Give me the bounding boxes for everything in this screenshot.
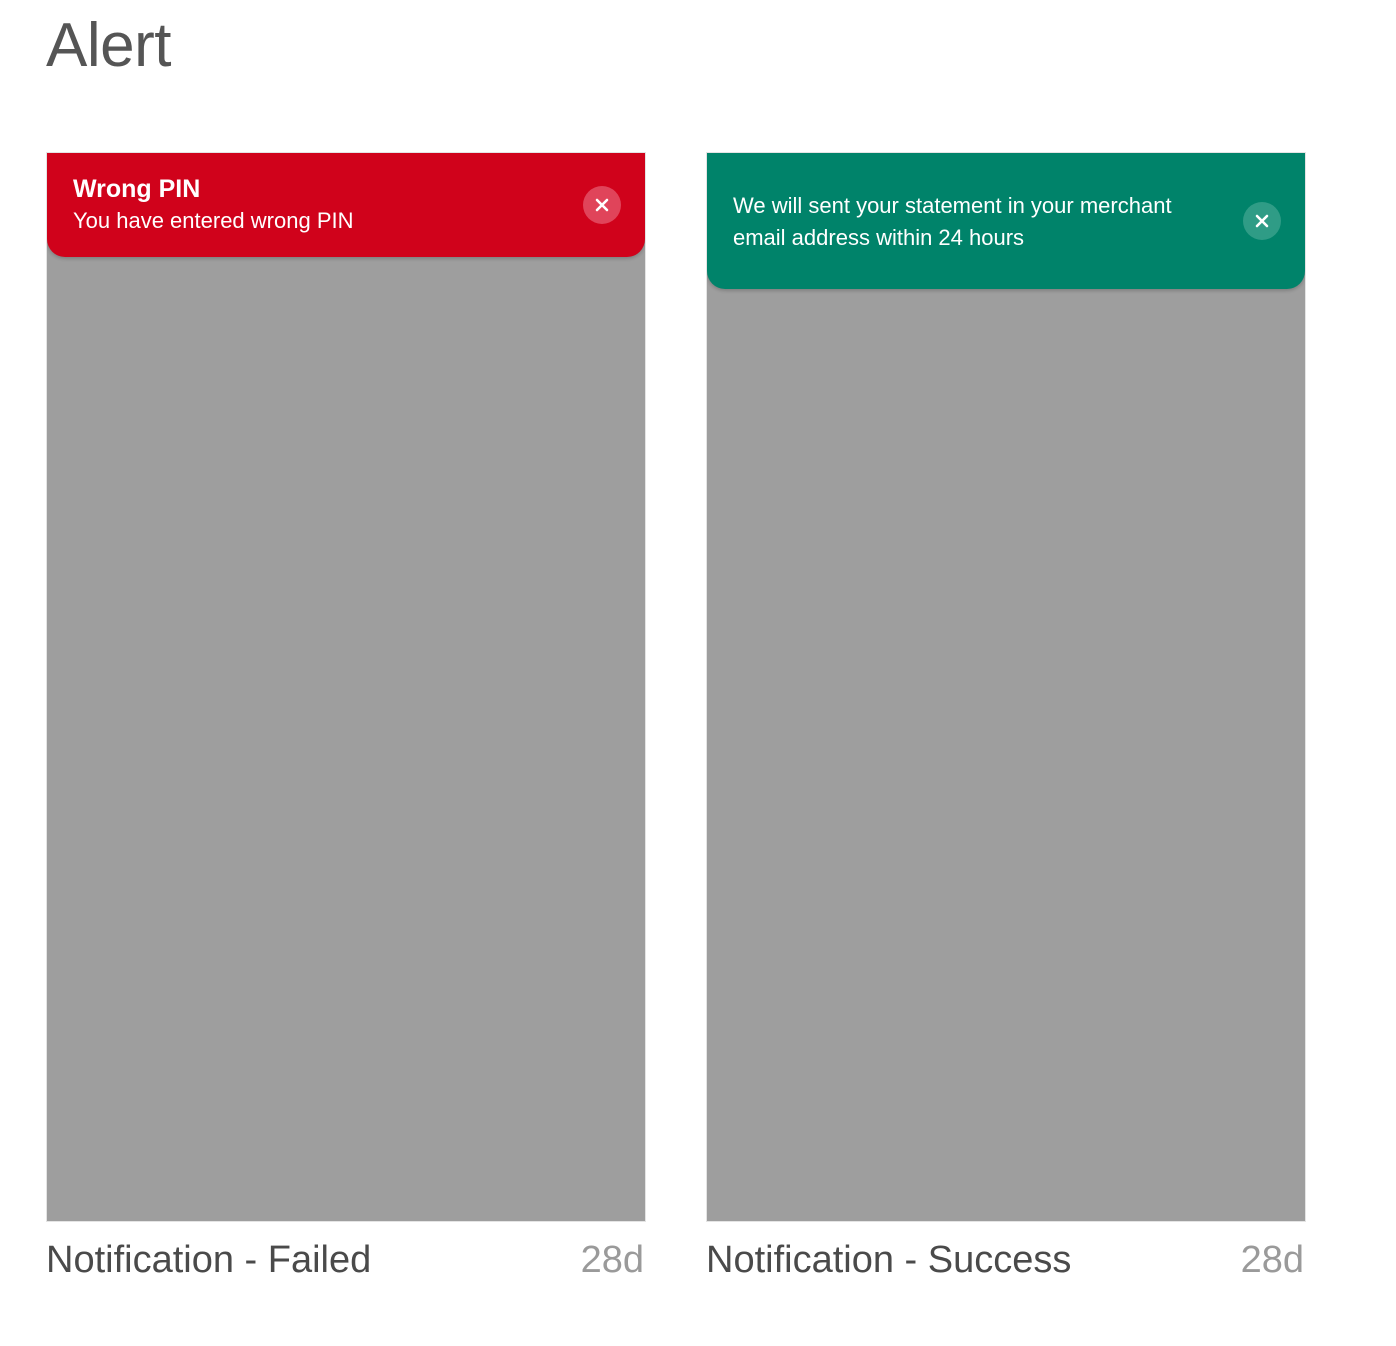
- card-caption: Notification - Failed 28d: [46, 1238, 646, 1282]
- page-title: Alert: [46, 11, 171, 80]
- close-button[interactable]: [583, 186, 621, 224]
- card-age: 28d: [1240, 1239, 1304, 1281]
- card-name[interactable]: Notification - Success: [706, 1238, 1071, 1282]
- alert-message: We will sent your statement in your merc…: [733, 193, 1172, 250]
- card-notification-success[interactable]: We will sent your statement in your merc…: [706, 152, 1306, 1282]
- card-notification-failed[interactable]: Wrong PIN You have entered wrong PIN Not…: [46, 152, 646, 1282]
- card-age: 28d: [580, 1239, 644, 1281]
- alert-title: Wrong PIN: [73, 175, 201, 203]
- card-name[interactable]: Notification - Failed: [46, 1238, 371, 1282]
- close-icon: [595, 198, 609, 212]
- preview-frame[interactable]: We will sent your statement in your merc…: [706, 152, 1306, 1222]
- alert-banner-failed: Wrong PIN You have entered wrong PIN: [47, 153, 645, 257]
- preview-frame[interactable]: Wrong PIN You have entered wrong PIN: [46, 152, 646, 1222]
- close-button[interactable]: [1243, 202, 1281, 240]
- alert-banner-success: We will sent your statement in your merc…: [707, 153, 1305, 289]
- alert-message: You have entered wrong PIN: [73, 208, 354, 233]
- close-icon: [1255, 214, 1269, 228]
- card-caption: Notification - Success 28d: [706, 1238, 1306, 1282]
